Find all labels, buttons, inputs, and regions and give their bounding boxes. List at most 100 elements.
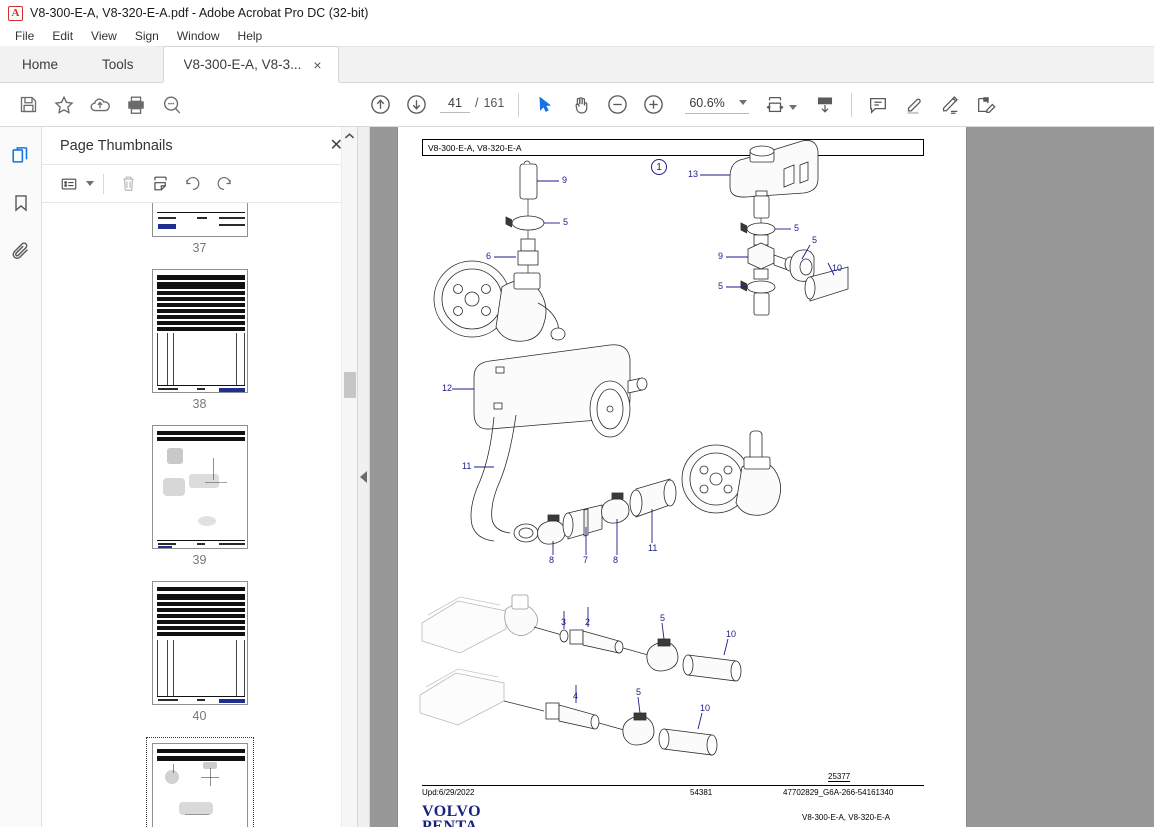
callout-13: 13 [688,169,699,179]
page-navigation: / 161 [440,96,504,113]
panel-title: Page Thumbnails [60,137,173,154]
tab-home[interactable]: Home [0,46,81,82]
callout-6: 6 [486,251,492,261]
fit-page-icon[interactable] [757,87,793,123]
acrobat-window: A V8-300-E-A, V8-320-E-A.pdf - Adobe Acr… [0,0,1154,827]
navigation-tools: / 161 [362,87,510,123]
scroll-up-icon[interactable] [342,127,357,144]
thumbnail-caption: 40 [192,709,207,723]
menu-window[interactable]: Window [168,27,229,45]
navigation-rail [0,127,42,827]
callout-9b: 9 [718,251,724,261]
thumbnail-page-38[interactable]: 38 [151,269,248,411]
panel-header: Page Thumbnails ✕ [42,127,357,164]
select-cursor-icon[interactable] [527,87,563,123]
document-viewport[interactable]: V8-300-E-A, V8-320-E-A 1 9 5 6 13 5 9 5 … [370,127,1154,827]
upload-cloud-icon[interactable] [82,87,118,123]
save-icon[interactable] [10,87,46,123]
add-to-favorites-icon[interactable] [46,87,82,123]
page-number-input[interactable] [440,96,470,113]
thumbnail-page-37[interactable]: 37 [151,203,248,255]
chevron-down-icon [739,100,748,105]
zoom-out-icon[interactable] [599,87,635,123]
title-bar: A V8-300-E-A, V8-320-E-A.pdf - Adobe Acr… [0,0,1154,26]
bookmarks-icon[interactable] [7,189,35,217]
tab-document-label: V8-300-E-A, V8-3... [183,57,302,72]
callout-5d: 5 [718,281,724,291]
footer-right-code: 47702829_G6A-266-54161340 [783,788,894,797]
logo-line-volvo: VOLVO [422,803,482,820]
zoom-in-icon[interactable] [635,87,671,123]
thumbnail-list[interactable]: 37 38 39 40 [42,203,357,827]
main-toolbar: / 161 [0,83,1154,127]
options-list-icon[interactable] [54,170,84,198]
zoom-level-value: 60.6% [689,95,725,110]
window-title: V8-300-E-A, V8-320-E-A.pdf - Adobe Acrob… [30,6,369,20]
tab-document[interactable]: V8-300-E-A, V8-3... × [162,46,339,82]
print-icon[interactable] [118,87,154,123]
menu-help[interactable]: Help [229,27,272,45]
menu-sign[interactable]: Sign [126,27,168,45]
callout-11: 11 [462,461,472,471]
fit-page-chevron-icon[interactable] [789,105,798,110]
footer-model: V8-300-E-A, V8-320-E-A [802,813,891,822]
sign-icon[interactable] [932,87,968,123]
file-tools [10,87,190,123]
thumbnail-caption: 38 [192,397,207,411]
toolbar-divider-2 [851,92,853,117]
view-tools: 60.6% [527,87,843,123]
menu-file[interactable]: File [6,27,43,45]
callout-8: 8 [549,555,555,565]
zoom-level-dropdown[interactable]: 60.6% [685,95,750,114]
thumbnail-scrollbar[interactable] [341,127,357,827]
annotation-tools [860,87,1004,123]
callout-7: 7 [583,555,589,565]
attachments-icon[interactable] [7,237,35,265]
thumbnail-caption: 39 [192,553,207,567]
thumbnail-page-39[interactable]: 39 [151,425,248,567]
callout-5e: 5 [660,613,666,623]
footer-updated: Upd:6/29/2022 [422,788,475,797]
logo-line-penta: PENTA [422,818,478,827]
footer-center-code: 54381 [690,788,713,797]
pdf-page: V8-300-E-A, V8-320-E-A 1 9 5 6 13 5 9 5 … [398,127,966,827]
search-icon[interactable] [154,87,190,123]
callout-10: 10 [832,263,843,273]
callout-5: 5 [563,217,569,227]
callout-12: 12 [442,383,453,393]
close-icon[interactable]: × [311,58,323,72]
app-body: Page Thumbnails ✕ 37 38 39 40 V8-300-E-A… [0,127,1154,827]
previous-page-icon[interactable] [362,87,398,123]
tab-tools[interactable]: Tools [80,46,156,82]
callout-11b: 11 [648,543,658,553]
scroll-page-down-icon[interactable] [807,87,843,123]
thumbnail-page-40[interactable]: 40 [151,581,248,723]
panel-toolbar [42,164,357,203]
thumbnail-caption: 37 [192,241,207,255]
page-total-count: 161 [483,96,505,110]
delete-pages-icon[interactable] [113,170,143,198]
callout-10c: 10 [700,703,711,713]
rotate-clockwise-icon[interactable] [209,170,239,198]
hand-tool-icon[interactable] [563,87,599,123]
page-thumbnails-panel: Page Thumbnails ✕ 37 38 39 40 [42,127,358,827]
scrollbar-thumb[interactable] [344,372,356,398]
comment-icon[interactable] [860,87,896,123]
chevron-left-icon [360,471,367,483]
tab-bar: Home Tools V8-300-E-A, V8-3... × [0,46,1154,83]
rotate-counterclockwise-icon[interactable] [177,170,207,198]
thumbnail-page-41[interactable]: 41 [145,737,254,827]
callout-5b: 5 [794,223,800,233]
fill-and-sign-icon[interactable] [968,87,1004,123]
menu-edit[interactable]: Edit [43,27,82,45]
menu-view[interactable]: View [82,27,126,45]
acrobat-icon: A [8,5,23,21]
panel-collapse-handle[interactable] [358,127,370,827]
volvo-penta-logo: VOLVO PENTA [422,804,481,827]
next-page-icon[interactable] [398,87,434,123]
callout-3: 3 [561,617,567,627]
page-thumbnails-icon[interactable] [7,141,35,169]
extract-pages-icon[interactable] [145,170,175,198]
highlight-icon[interactable] [896,87,932,123]
options-chevron-icon[interactable] [86,181,94,186]
